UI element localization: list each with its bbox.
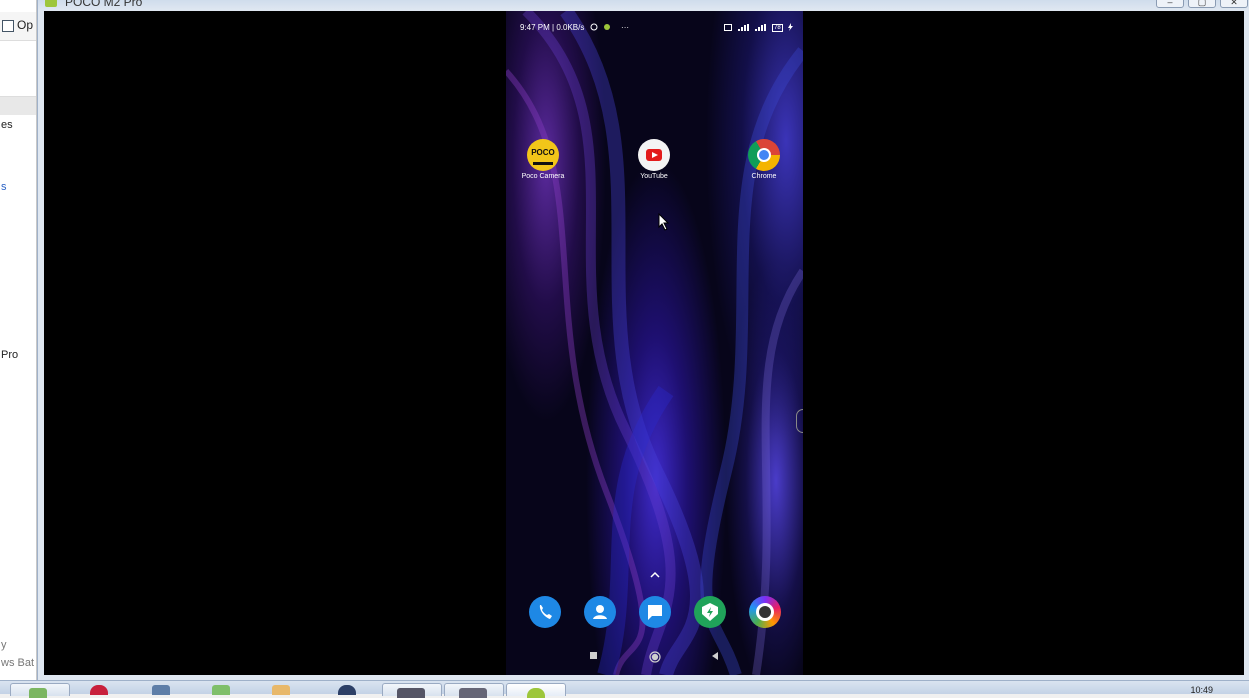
app-label: YouTube [640,173,668,180]
charging-icon [788,23,793,33]
poco-camera-icon[interactable]: POCO [527,139,559,171]
taskbar-item-explorer[interactable] [10,683,70,698]
status-bar: 9:47 PM | 0.0KB/s ··· 78 [506,21,803,37]
background-toolbar: Op [0,12,36,41]
background-strip [0,96,36,115]
battery-level: 78 [774,25,781,31]
tray-clock[interactable]: 10:49 [1190,685,1213,695]
chrome-icon[interactable] [748,139,780,171]
taskbar-app-icon[interactable] [338,685,356,695]
maximize-button[interactable]: ▢ [1188,0,1216,8]
taskbar-folder-icon[interactable] [272,685,290,695]
home-button[interactable] [648,651,662,665]
edge-handle[interactable] [796,409,803,433]
alarm-icon [590,23,598,33]
back-button[interactable] [710,651,720,661]
close-button[interactable]: ✕ [1220,0,1248,8]
taskbar-sheet-icon[interactable] [212,685,230,695]
background-text-fragment: ws Bat [1,657,35,669]
background-text-fragment: y [1,639,7,651]
toolbar-fragment[interactable]: Op [17,18,33,32]
messages-icon[interactable] [639,596,671,628]
emulator-screen: 9:47 PM | 0.0KB/s ··· 78 POCO Poco Camer… [44,11,1244,675]
youtube-icon[interactable] [638,139,670,171]
phone-icon[interactable] [529,596,561,628]
android-icon [45,0,57,7]
chevron-up-icon[interactable] [649,571,661,579]
more-notifications: ··· [621,23,630,33]
background-text-fragment: es [1,119,13,131]
taskbar-opera-icon[interactable] [90,685,108,695]
emulator-title: POCO M2 Pro [65,0,143,9]
app-youtube[interactable]: YouTube [624,139,684,180]
background-window: Op es s Pro y ws Bat [0,0,37,680]
app-chrome[interactable]: Chrome [734,139,794,180]
app-label: Chrome [751,173,777,180]
phone-screen[interactable]: 9:47 PM | 0.0KB/s ··· 78 POCO Poco Camer… [506,11,803,675]
signal-icon [737,23,750,33]
android-status-icon [603,23,611,33]
emulator-titlebar[interactable]: POCO M2 Pro – ▢ ✕ [38,0,1249,10]
battery-icon: 78 [772,24,783,32]
browser-icon[interactable] [749,596,781,628]
taskbar-window-icon[interactable] [152,685,170,695]
app-label: Poco Camera [521,173,565,180]
calendar-icon[interactable] [2,20,14,32]
security-icon[interactable] [694,596,726,628]
app-poco-camera[interactable]: POCO Poco Camera [513,139,573,180]
background-link-fragment[interactable]: s [1,181,7,193]
poco-logo: POCO [531,148,555,157]
mouse-cursor-icon [658,213,670,231]
contacts-icon[interactable] [584,596,616,628]
signal-2-icon [754,23,767,33]
emulator-window: POCO M2 Pro – ▢ ✕ 9:47 PM | 0.0KB/s ··· … [37,0,1249,680]
android-icon [527,688,545,698]
recents-button[interactable] [589,651,599,661]
minimize-button[interactable]: – [1156,0,1184,8]
taskbar-item-emulator[interactable] [506,683,566,698]
sim-icon [724,23,733,33]
status-time-speed: 9:47 PM | 0.0KB/s [520,23,585,33]
taskbar: 10:49 [0,680,1249,698]
background-text-fragment: Pro [1,349,19,361]
taskbar-item-window-2[interactable] [444,683,504,698]
taskbar-item-window[interactable] [382,683,442,698]
